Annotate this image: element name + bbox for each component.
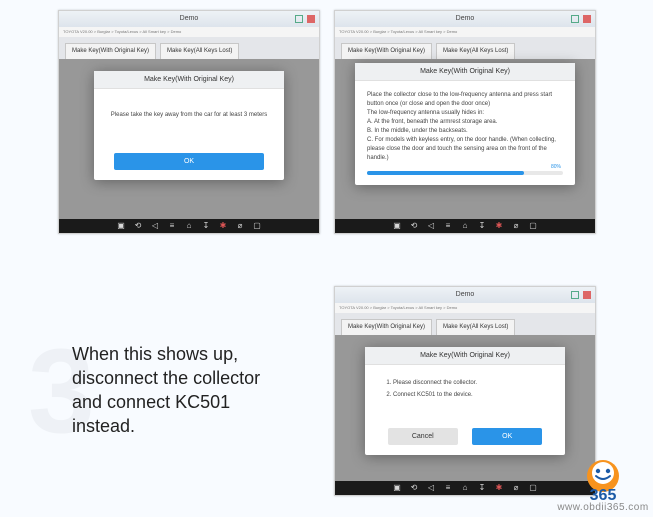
bluetooth-off-icon[interactable]: ✱ <box>495 222 504 231</box>
breadcrumb: TOYOTA V20.00 > Burglar > Toyota/Lexus >… <box>335 303 595 313</box>
tab-make-key-all-lost[interactable]: Make Key(All Keys Lost) <box>160 43 239 60</box>
home-icon[interactable]: ⌂ <box>185 222 194 231</box>
progress-bar: 80% <box>367 171 563 175</box>
instruction-text: When this shows up, disconnect the colle… <box>72 342 292 438</box>
watermark-url: www.obdii365.com <box>553 502 653 513</box>
dialog-list-item: Please disconnect the collector. <box>393 379 551 388</box>
bluetooth-off-icon[interactable]: ✱ <box>219 222 228 231</box>
logo-icon: 365 <box>564 458 642 502</box>
tab-make-key-original[interactable]: Make Key(With Original Key) <box>341 43 432 60</box>
progress-percent: 80% <box>551 163 561 172</box>
panel-body: Make Key(With Original Key) Please take … <box>59 59 319 219</box>
refresh-icon[interactable]: ⟲ <box>134 222 143 231</box>
camera-icon[interactable]: ⌀ <box>512 484 521 493</box>
refresh-icon[interactable]: ⟲ <box>410 484 419 493</box>
home-icon[interactable]: ⌂ <box>461 222 470 231</box>
dialog: Make Key(With Original Key) Please disco… <box>365 347 565 455</box>
dialog-list-item: Connect KC501 to the device. <box>393 391 551 400</box>
refresh-icon[interactable]: ⟲ <box>410 222 419 231</box>
cancel-button[interactable]: Cancel <box>388 428 458 445</box>
home-icon[interactable]: ⌂ <box>461 484 470 493</box>
breadcrumb: TOYOTA V20.00 > Burglar > Toyota/Lexus >… <box>59 27 319 37</box>
back-icon[interactable]: ◁ <box>151 222 160 231</box>
dialog-title: Make Key(With Original Key) <box>365 347 565 365</box>
back-icon[interactable]: ◁ <box>427 484 436 493</box>
dialog-footer: OK <box>94 142 284 180</box>
tab-make-key-original[interactable]: Make Key(With Original Key) <box>341 319 432 336</box>
svg-text:365: 365 <box>590 487 617 502</box>
maximize-icon <box>295 15 303 23</box>
window-title: Demo <box>456 15 475 22</box>
close-icon <box>583 291 591 299</box>
maximize-icon <box>571 15 579 23</box>
tab-make-key-original[interactable]: Make Key(With Original Key) <box>65 43 156 60</box>
window-title: Demo <box>456 291 475 298</box>
exit-icon[interactable]: ↧ <box>478 222 487 231</box>
watermark-logo: 365 www.obdii365.com <box>553 458 653 513</box>
screenshot-panel-b: Demo TOYOTA V20.00 > Burglar > Toyota/Le… <box>334 10 596 234</box>
dialog-message: Place the collector close to the low-fre… <box>355 81 575 185</box>
dialog-message: Please disconnect the collector. Connect… <box>365 365 565 417</box>
tab-strip: Make Key(With Original Key) Make Key(All… <box>335 37 595 60</box>
bottom-toolbar: ▣ ⟲ ◁ ≡ ⌂ ↧ ✱ ⌀ ▢ <box>59 219 319 233</box>
dialog-title: Make Key(With Original Key) <box>94 71 284 89</box>
window-title: Demo <box>180 15 199 22</box>
dialog: Make Key(With Original Key) Place the co… <box>355 63 575 185</box>
dialog: Make Key(With Original Key) Please take … <box>94 71 284 180</box>
close-icon <box>583 15 591 23</box>
ok-button[interactable]: OK <box>114 153 264 170</box>
record-icon[interactable]: ▢ <box>529 222 538 231</box>
close-icon <box>307 15 315 23</box>
breadcrumb: TOYOTA V20.00 > Burglar > Toyota/Lexus >… <box>335 27 595 37</box>
save-icon[interactable]: ▣ <box>117 222 126 231</box>
record-icon[interactable]: ▢ <box>529 484 538 493</box>
back-icon[interactable]: ◁ <box>427 222 436 231</box>
dialog-title: Make Key(With Original Key) <box>355 63 575 81</box>
tab-make-key-all-lost[interactable]: Make Key(All Keys Lost) <box>436 319 515 336</box>
record-icon[interactable]: ▢ <box>253 222 262 231</box>
menu-icon[interactable]: ≡ <box>168 222 177 231</box>
dialog-message: Please take the key away from the car fo… <box>94 89 284 142</box>
exit-icon[interactable]: ↧ <box>478 484 487 493</box>
save-icon[interactable]: ▣ <box>393 222 402 231</box>
camera-icon[interactable]: ⌀ <box>236 222 245 231</box>
menu-icon[interactable]: ≡ <box>444 222 453 231</box>
exit-icon[interactable]: ↧ <box>202 222 211 231</box>
save-icon[interactable]: ▣ <box>393 484 402 493</box>
window-titlebar: Demo <box>59 11 319 27</box>
bottom-toolbar: ▣ ⟲ ◁ ≡ ⌂ ↧ ✱ ⌀ ▢ <box>335 219 595 233</box>
window-titlebar: Demo <box>335 11 595 27</box>
window-titlebar: Demo <box>335 287 595 303</box>
menu-icon[interactable]: ≡ <box>444 484 453 493</box>
camera-icon[interactable]: ⌀ <box>512 222 521 231</box>
panel-body: Make Key(With Original Key) Place the co… <box>335 59 595 219</box>
maximize-icon <box>571 291 579 299</box>
dialog-footer: Cancel OK <box>365 417 565 455</box>
tab-make-key-all-lost[interactable]: Make Key(All Keys Lost) <box>436 43 515 60</box>
bluetooth-off-icon[interactable]: ✱ <box>495 484 504 493</box>
ok-button[interactable]: OK <box>472 428 542 445</box>
tab-strip: Make Key(With Original Key) Make Key(All… <box>59 37 319 60</box>
screenshot-panel-a: Demo TOYOTA V20.00 > Burglar > Toyota/Le… <box>58 10 320 234</box>
tab-strip: Make Key(With Original Key) Make Key(All… <box>335 313 595 336</box>
progress-fill <box>367 171 524 175</box>
